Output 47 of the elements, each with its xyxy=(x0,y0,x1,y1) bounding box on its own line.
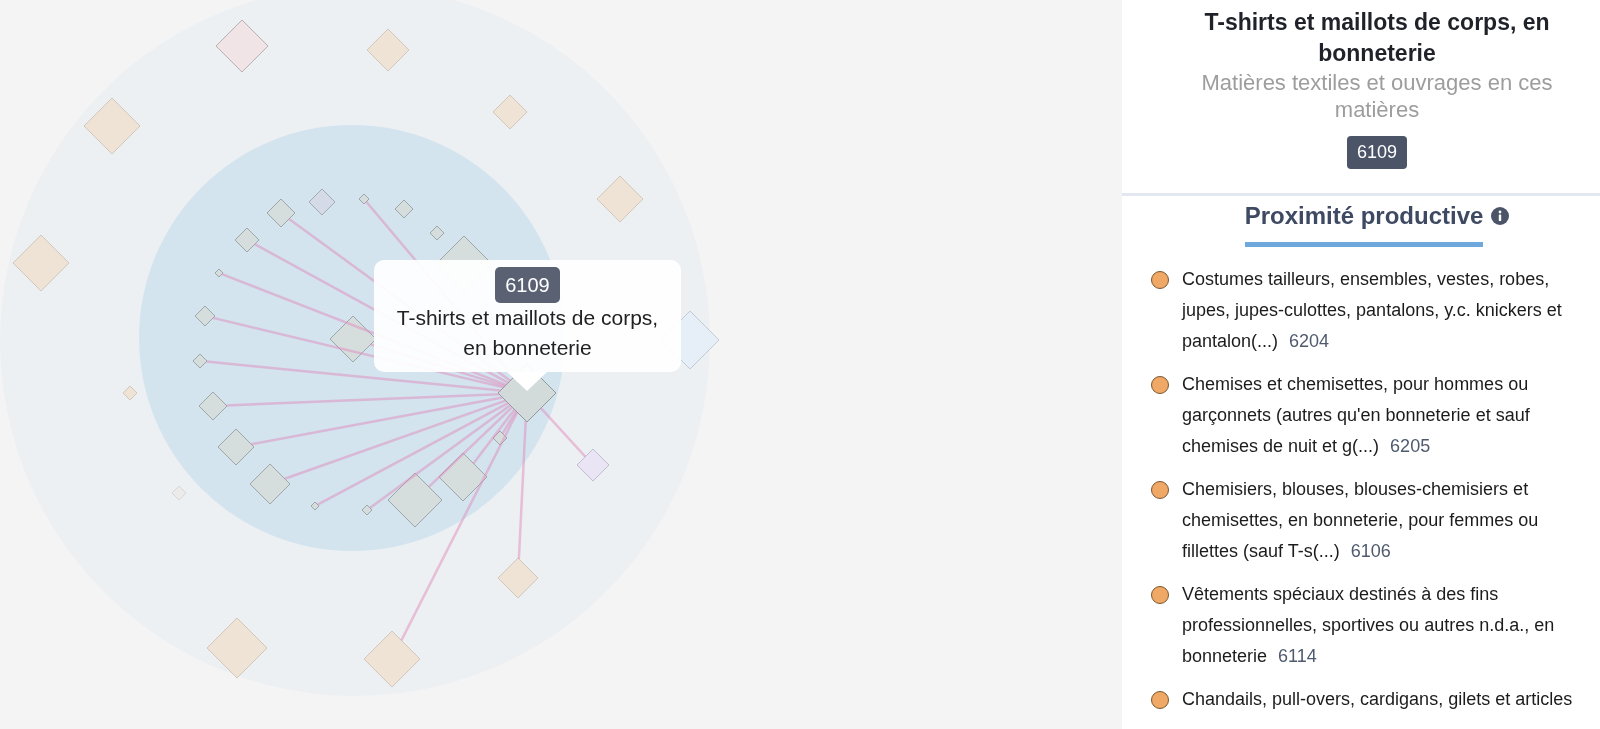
product-node xyxy=(497,557,539,599)
product-node xyxy=(310,501,320,511)
product-entry[interactable]: Vêtements spéciaux destinés à des fins professionnelles, sportives ou autres n.d.a., en bonneterie 6114 xyxy=(1182,579,1590,672)
product-node xyxy=(363,630,421,688)
product-node xyxy=(492,94,528,130)
product-node xyxy=(83,97,141,155)
product-node xyxy=(358,193,370,205)
connection-line xyxy=(539,407,587,458)
product-node xyxy=(596,175,644,223)
code-badge: 6109 xyxy=(495,267,560,303)
info-icon[interactable] xyxy=(1491,207,1510,225)
code-badge: 6109 xyxy=(1346,136,1407,169)
dot-icon xyxy=(1151,690,1169,709)
product-entry[interactable]: Chandails, pull-overs, cardigans, gilets et articles xyxy=(1182,684,1590,715)
dot-icon xyxy=(1151,585,1169,604)
dot-icon xyxy=(1151,270,1169,289)
product-category: Matières textiles et ouvrages en ces matières xyxy=(1200,69,1554,123)
product-node xyxy=(266,198,296,228)
dot-icon xyxy=(1151,480,1169,499)
product-entry[interactable]: Costumes tailleurs, ensembles, vestes, robes, jupes, jupes-culottes, pantalons, y.c. knickers et pantalon(...) 6204 xyxy=(1182,264,1590,357)
tooltip-label: T-shirts et maillots de corps, en bonneterie xyxy=(395,305,660,361)
product-node xyxy=(214,268,224,278)
product-node xyxy=(438,452,488,502)
product-entry[interactable]: Chemisiers, blouses, blouses-chemisiers et chemisettes, en bonneterie, pour femmes ou fillettes (sauf T-s(...) 6106 xyxy=(1182,474,1590,567)
product-node xyxy=(361,504,373,516)
product-node xyxy=(192,353,208,369)
product-node xyxy=(12,234,70,292)
product-node xyxy=(198,391,228,421)
dot-icon xyxy=(1151,375,1169,394)
product-node xyxy=(329,315,377,363)
product-entry[interactable]: Chemises et chemisettes, pour hommes ou garçonnets (autres qu'en bonneterie et sauf chemises de nuit et g(...) 6205 xyxy=(1182,369,1590,462)
product-node xyxy=(194,305,216,327)
product-title: T-shirts et maillots de corps, en bonneterie xyxy=(1203,8,1551,68)
product-node xyxy=(215,19,269,73)
product-node xyxy=(394,199,414,219)
section-heading: Proximité productive xyxy=(1244,201,1484,231)
product-node xyxy=(387,472,443,528)
product-node xyxy=(122,385,138,401)
product-node xyxy=(206,617,268,679)
product-node xyxy=(492,430,508,446)
product-node xyxy=(249,463,291,505)
product-node xyxy=(234,227,260,253)
product-node xyxy=(308,188,336,216)
product-node xyxy=(366,28,410,72)
product-node xyxy=(576,448,610,482)
product-node xyxy=(217,428,255,466)
product-node xyxy=(171,485,187,501)
